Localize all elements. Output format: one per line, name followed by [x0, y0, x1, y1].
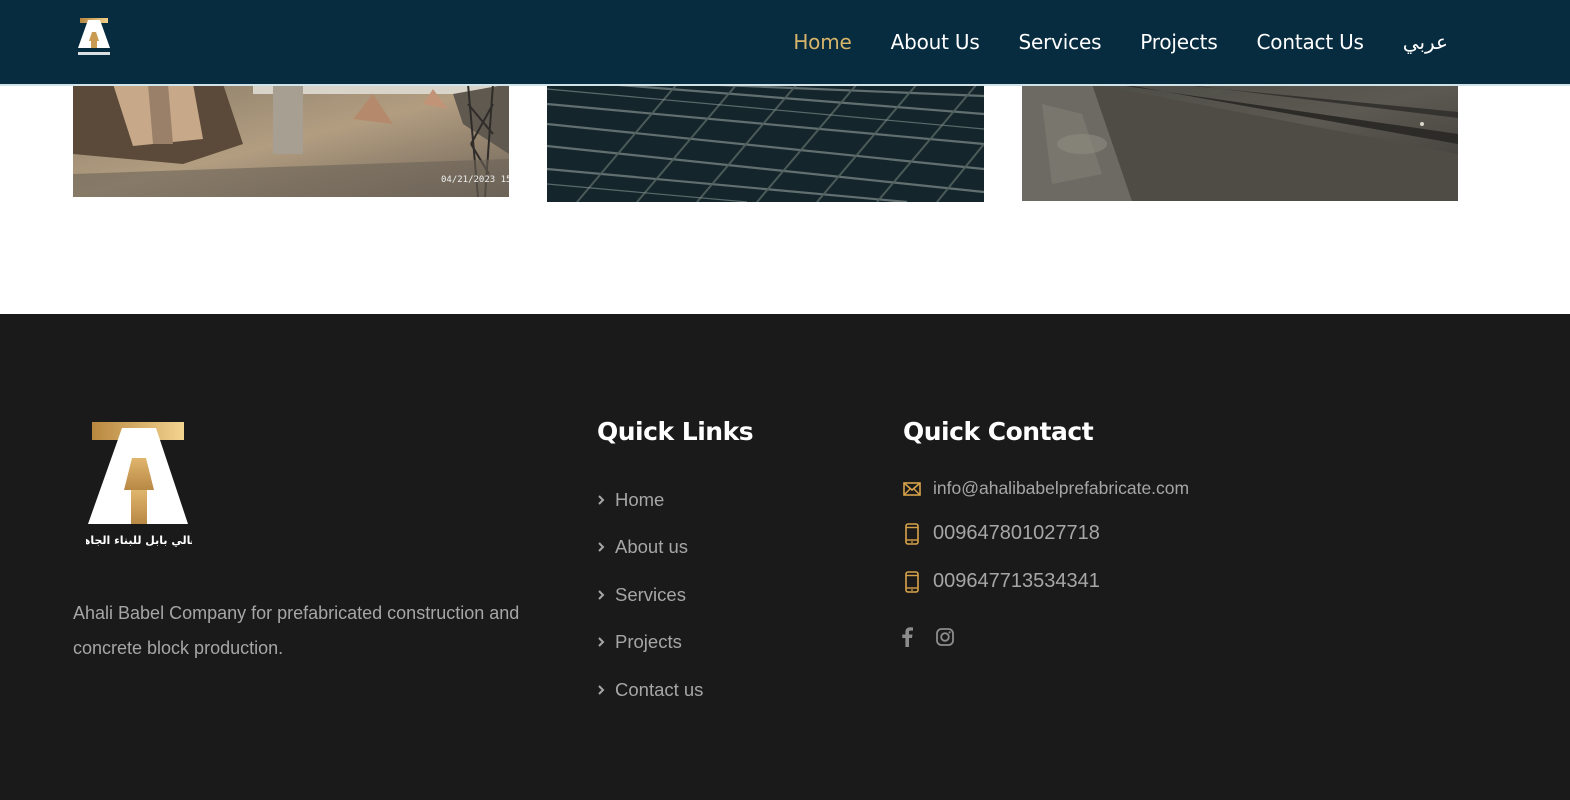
nav-about-us[interactable]: About Us [891, 30, 980, 54]
contact-phone-1[interactable]: 009647801027718 [903, 522, 1100, 545]
quick-link-label: Home [615, 488, 665, 510]
quick-links-title: Quick Links [597, 417, 754, 446]
footer-logo[interactable]: أهالي بابل للبناء الجاهز [75, 420, 202, 552]
quick-link-home[interactable]: Home [597, 476, 703, 524]
project-photo-concrete-slab[interactable] [1022, 84, 1458, 201]
instagram-icon[interactable] [935, 627, 955, 647]
social-links [901, 627, 977, 647]
project-photo-quarry[interactable]: 04/21/2023 15:41 [73, 84, 509, 197]
quick-link-label: Contact us [615, 678, 704, 700]
company-description: Ahali Babel Company for prefabricated co… [73, 603, 520, 658]
nav-projects[interactable]: Projects [1140, 30, 1217, 54]
site-header: Home About Us Services Projects Contact … [0, 0, 1570, 84]
mobile-phone-icon [903, 570, 921, 593]
nav-language-arabic[interactable]: عربي [1403, 30, 1448, 54]
contact-email[interactable]: info@ahalibabelprefabricate.com [903, 478, 1189, 499]
quick-link-services[interactable]: Services [597, 571, 703, 619]
contact-phone-2[interactable]: 009647713534341 [903, 570, 1100, 593]
facebook-icon[interactable] [901, 627, 913, 647]
quick-link-projects[interactable]: Projects [597, 619, 703, 667]
logo-caption: أهالي بابل للبناء الجاهز [86, 533, 192, 547]
quick-contact-title: Quick Contact [903, 417, 1094, 446]
phone-text: 009647801027718 [933, 522, 1100, 544]
project-photo-rebar[interactable] [547, 84, 984, 202]
chevron-right-icon [597, 590, 607, 600]
chevron-right-icon [597, 542, 607, 552]
quick-link-contact[interactable]: Contact us [597, 666, 703, 714]
phone-text: 009647713534341 [933, 570, 1100, 592]
chevron-right-icon [597, 637, 607, 647]
chevron-right-icon [597, 495, 607, 505]
nav-home[interactable]: Home [793, 30, 851, 54]
quick-link-label: About us [615, 536, 689, 558]
site-footer: أهالي بابل للبناء الجاهز Ahali Babel Com… [0, 314, 1570, 800]
mobile-phone-icon [903, 522, 921, 545]
nav-services[interactable]: Services [1019, 30, 1102, 54]
quick-links-list: Home About us Services Projects Contact … [597, 476, 703, 714]
quick-link-about[interactable]: About us [597, 524, 703, 572]
nav-contact-us[interactable]: Contact Us [1257, 30, 1364, 54]
header-divider [0, 84, 1570, 86]
photo-timestamp: 04/21/2023 15:41 [441, 175, 509, 185]
site-logo[interactable] [74, 14, 114, 62]
quick-link-label: Projects [615, 631, 682, 653]
chevron-right-icon [597, 685, 607, 695]
main-nav: Home About Us Services Projects Contact … [754, 0, 1448, 84]
quick-link-label: Services [615, 583, 686, 605]
envelope-icon [903, 481, 921, 496]
email-text: info@ahalibabelprefabricate.com [933, 478, 1190, 498]
